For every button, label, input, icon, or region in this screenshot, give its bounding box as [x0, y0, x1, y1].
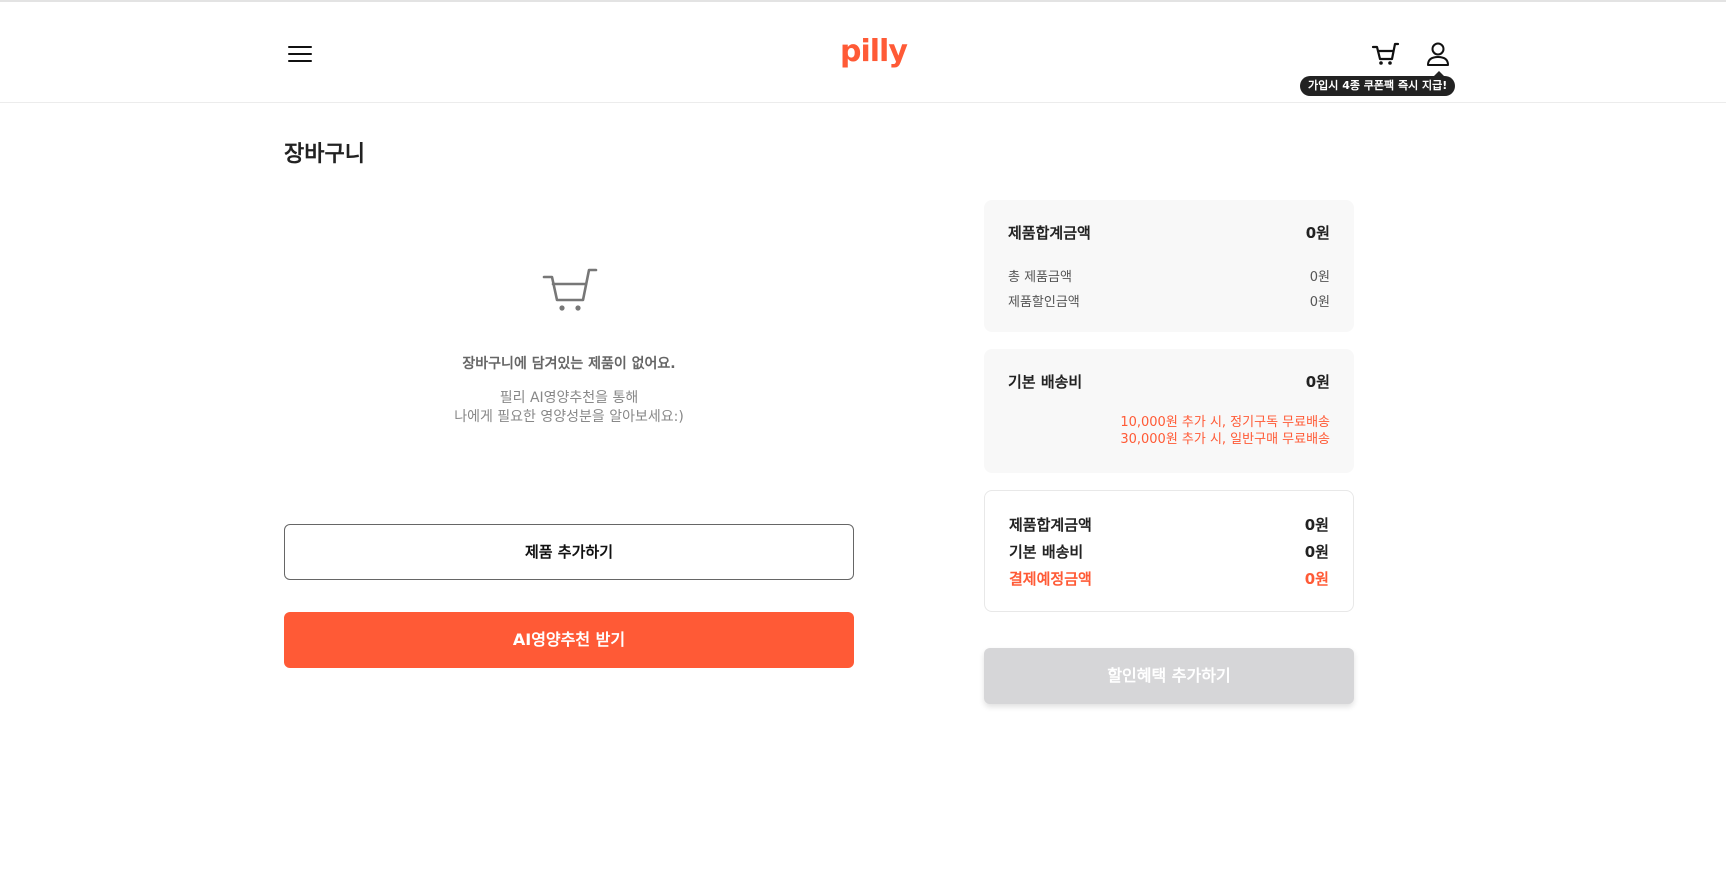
empty-desc-line: 필리 AI영양추천을 통해: [499, 390, 639, 406]
add-discount-button[interactable]: 할인혜택 추가하기: [984, 648, 1354, 704]
summary-row-product-discount: 제품할인금액 0원: [1008, 291, 1330, 310]
summary-value: 0원: [1309, 295, 1330, 310]
logo[interactable]: pilly: [840, 32, 908, 72]
summary-value: 0원: [1309, 270, 1330, 285]
final-row-product-total: 제품합계금액 0원: [1009, 514, 1329, 535]
empty-cart-icon: [542, 264, 598, 314]
cart-icon-svg: [1371, 42, 1400, 65]
summary-row-total-product-amount: 총 제품금액 0원: [1008, 266, 1330, 285]
summary-label: 총 제품금액: [1008, 270, 1072, 285]
free-shipping-note: 10,000원 추가 시, 정기구독 무료배송 30,000원 추가 시, 일반…: [1120, 414, 1330, 448]
shipping-row: 기본 배송비 0원: [1008, 371, 1330, 392]
shipping-value: 0원: [1305, 373, 1330, 391]
payment-summary-panel: 제품합계금액 0원 기본 배송비 0원 결제예정금액 0원: [984, 490, 1354, 612]
cart-icon[interactable]: [1370, 38, 1400, 68]
page-title: 장바구니: [284, 142, 365, 167]
empty-desc-line: 나에게 필요한 영양성분을 알아보세요:): [454, 409, 684, 425]
menu-bar: [288, 46, 312, 48]
empty-cart-description: 필리 AI영양추천을 통해 나에게 필요한 영양성분을 알아보세요:): [284, 389, 854, 427]
menu-bar: [288, 53, 312, 55]
final-label: 제품합계금액: [1009, 516, 1092, 534]
menu-bar: [288, 60, 312, 62]
ai-recommend-button[interactable]: AI영양추천 받기: [284, 612, 854, 668]
product-summary-panel: 제품합계금액 0원 총 제품금액 0원 제품할인금액 0원: [984, 200, 1354, 332]
menu-icon[interactable]: [284, 42, 316, 66]
payment-label: 결제예정금액: [1009, 570, 1092, 588]
empty-cart-title: 장바구니에 담겨있는 제품이 없어요.: [462, 356, 676, 372]
final-row-payment: 결제예정금액 0원: [1009, 568, 1329, 589]
final-value: 0원: [1304, 516, 1329, 534]
final-value: 0원: [1304, 543, 1329, 561]
summary-row-product-total: 제품합계금액 0원: [1008, 222, 1330, 243]
header: pilly 가입시 4종 쿠폰팩 즉시 지급!: [0, 2, 1726, 103]
shipping-label: 기본 배송비: [1008, 373, 1083, 391]
final-label: 기본 배송비: [1009, 543, 1084, 561]
summary-label: 제품합계금액: [1008, 224, 1091, 242]
user-icon[interactable]: [1424, 40, 1452, 68]
free-shipping-note-line: 30,000원 추가 시, 일반구매 무료배송: [1120, 432, 1330, 447]
add-product-button[interactable]: 제품 추가하기: [284, 524, 854, 580]
summary-label: 제품할인금액: [1008, 295, 1080, 310]
shipping-panel: 기본 배송비 0원 10,000원 추가 시, 정기구독 무료배송 30,000…: [984, 349, 1354, 473]
signup-coupon-tooltip: 가입시 4종 쿠폰팩 즉시 지급!: [1300, 71, 1456, 96]
final-row-shipping: 기본 배송비 0원: [1009, 541, 1329, 562]
free-shipping-note-line: 10,000원 추가 시, 정기구독 무료배송: [1120, 415, 1330, 430]
user-icon-svg: [1427, 42, 1449, 66]
summary-value: 0원: [1305, 224, 1330, 242]
payment-value: 0원: [1304, 570, 1329, 588]
